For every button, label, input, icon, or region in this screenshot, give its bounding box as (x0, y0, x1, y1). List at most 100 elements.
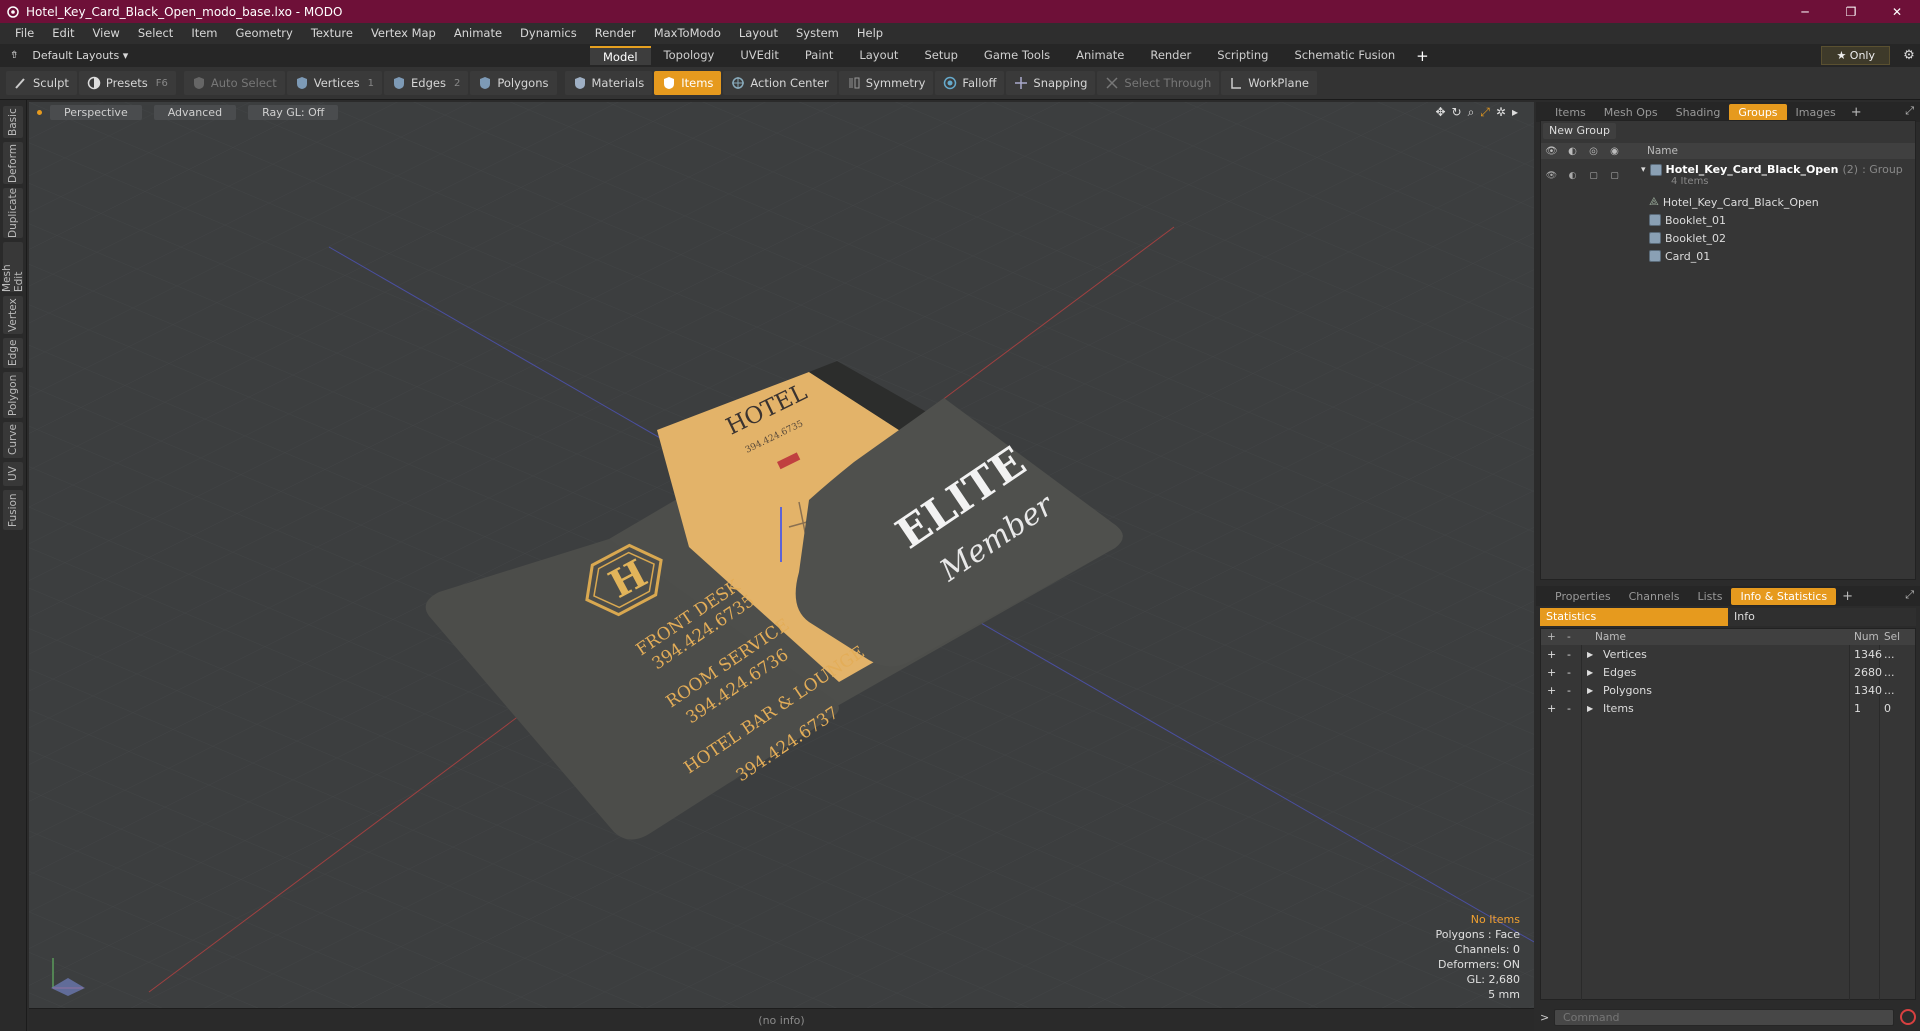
auto-select-button[interactable]: Auto Select (183, 71, 285, 95)
group-row-booklet-02[interactable]: Booklet_02 (1541, 229, 1915, 247)
tab-properties[interactable]: Properties (1546, 588, 1620, 605)
action-center-button[interactable]: Action Center (723, 71, 837, 95)
tab-channels[interactable]: Channels (1620, 588, 1689, 605)
eye-icon[interactable]: 👁 (1541, 171, 1562, 181)
group-row-root[interactable]: 👁 ◐ ▢ ▢ ▾ Hotel_Key_Card_Black_Open (2) … (1541, 161, 1915, 191)
default-layouts-label[interactable]: Default Layouts ▾ (32, 49, 128, 62)
tab-topology[interactable]: Topology (651, 46, 728, 65)
stats-row-edges[interactable]: + - ▶ Edges 2680 ... (1541, 663, 1915, 681)
group-row-booklet-01[interactable]: Booklet_01 (1541, 211, 1915, 229)
viewport-settings-icon[interactable]: ✲ (1496, 105, 1506, 120)
materials-button[interactable]: Materials (564, 71, 653, 95)
tab-paint[interactable]: Paint (792, 46, 846, 65)
subtab-info[interactable]: Info (1728, 608, 1916, 626)
remove-icon[interactable]: - (1567, 684, 1571, 697)
tab-items[interactable]: Items (1546, 104, 1595, 121)
tab-info-statistics[interactable]: Info & Statistics (1731, 587, 1837, 605)
presets-button[interactable]: Presets F6 (78, 71, 176, 95)
menu-texture[interactable]: Texture (302, 23, 362, 44)
vtab-basic[interactable]: Basic (3, 106, 23, 138)
polygons-button[interactable]: Polygons (470, 71, 557, 95)
select-toggle-icon[interactable]: ▢ (1604, 171, 1625, 181)
tab-uvedit[interactable]: UVEdit (727, 46, 792, 65)
stats-row-items[interactable]: + - ▶ Items 1 0 (1541, 699, 1915, 717)
vtab-curve[interactable]: Curve (3, 422, 23, 458)
stats-sel-header[interactable]: Sel (1884, 631, 1900, 643)
only-toggle-button[interactable]: ★ Only (1821, 46, 1890, 65)
edges-button[interactable]: Edges 2 (384, 71, 469, 95)
expand-panel-icon[interactable]: ⤢ (1905, 588, 1914, 602)
menu-dynamics[interactable]: Dynamics (511, 23, 586, 44)
menu-animate[interactable]: Animate (445, 23, 511, 44)
3d-viewport[interactable]: Perspective Advanced Ray GL: Off ✥ ↻ ⌕ ⤢… (29, 102, 1534, 1008)
vtab-duplicate[interactable]: Duplicate (3, 188, 23, 238)
visibility-col-icon[interactable]: 👁 (1541, 146, 1562, 157)
remove-icon[interactable]: - (1567, 702, 1571, 715)
select-col-icon[interactable]: ◉ (1604, 146, 1625, 157)
perspective-dropdown[interactable]: Perspective (50, 104, 142, 120)
expand-triangle-icon[interactable]: ▶ (1587, 704, 1593, 713)
maximize-button[interactable]: ❐ (1828, 0, 1874, 23)
group-row-mesh[interactable]: ⟁ Hotel_Key_Card_Black_Open (1541, 193, 1915, 211)
tab-setup[interactable]: Setup (911, 46, 970, 65)
group-row-card-01[interactable]: Card_01 (1541, 247, 1915, 265)
menu-view[interactable]: View (84, 23, 129, 44)
add-panel-tab-icon[interactable]: + (1845, 105, 1868, 120)
layouts-dropdown[interactable]: ⇮ Default Layouts ▾ (0, 49, 590, 62)
stats-num-header[interactable]: Num (1854, 631, 1879, 643)
vtab-deform[interactable]: Deform (3, 142, 23, 184)
symmetry-button[interactable]: Symmetry (838, 71, 934, 95)
select-through-button[interactable]: Select Through (1097, 71, 1220, 95)
tab-scripting[interactable]: Scripting (1204, 46, 1281, 65)
viewport-expand-icon[interactable]: ▸ (1512, 105, 1518, 120)
expand-triangle-icon[interactable]: ▶ (1587, 650, 1593, 659)
vtab-uv[interactable]: UV (3, 462, 23, 486)
viewport-menu-dot-icon[interactable] (37, 109, 42, 115)
stats-name-header[interactable]: Name (1595, 631, 1626, 643)
workplane-button[interactable]: WorkPlane (1221, 71, 1317, 95)
lock-col-icon[interactable]: ◎ (1583, 146, 1604, 157)
add-panel-tab-icon[interactable]: + (1836, 589, 1859, 604)
remove-icon[interactable]: - (1567, 648, 1571, 661)
menu-file[interactable]: File (6, 23, 43, 44)
vertices-button[interactable]: Vertices 1 (286, 71, 382, 95)
collapse-icon[interactable]: ▾ (1641, 165, 1646, 175)
tab-shading[interactable]: Shading (1667, 104, 1730, 121)
record-macro-icon[interactable] (1900, 1009, 1916, 1025)
expand-triangle-icon[interactable]: ▶ (1587, 686, 1593, 695)
stats-row-vertices[interactable]: + - ▶ Vertices 1346 ... (1541, 645, 1915, 663)
menu-maxtomodo[interactable]: MaxToModo (645, 23, 730, 44)
subtab-statistics[interactable]: Statistics (1540, 608, 1728, 626)
items-button[interactable]: Items (654, 71, 722, 95)
expand-triangle-icon[interactable]: ▶ (1587, 668, 1593, 677)
remove-icon[interactable]: - (1567, 666, 1571, 679)
vtab-mesh-edit[interactable]: Mesh Edit (1, 242, 25, 292)
expand-panel-icon[interactable]: ⤢ (1905, 104, 1914, 118)
command-input[interactable] (1554, 1008, 1894, 1026)
layout-switch-icon[interactable]: ⇮ (10, 50, 18, 61)
name-column-header[interactable]: Name (1647, 145, 1678, 157)
tab-render[interactable]: Render (1137, 46, 1204, 65)
tab-lists[interactable]: Lists (1689, 588, 1732, 605)
vtab-vertex[interactable]: Vertex (3, 296, 23, 334)
zoom-icon[interactable]: ⌕ (1468, 105, 1475, 120)
add-tab-icon[interactable]: + (1408, 47, 1437, 65)
render-col-icon[interactable]: ◐ (1562, 146, 1583, 157)
pan-icon[interactable]: ✥ (1435, 105, 1445, 120)
add-icon[interactable]: + (1547, 702, 1556, 715)
fit-icon[interactable]: ⤢ (1480, 105, 1490, 120)
add-icon[interactable]: + (1547, 648, 1556, 661)
menu-item[interactable]: Item (182, 23, 226, 44)
advanced-dropdown[interactable]: Advanced (153, 104, 237, 120)
tab-mesh-ops[interactable]: Mesh Ops (1595, 104, 1667, 121)
tab-images[interactable]: Images (1787, 104, 1845, 121)
tab-groups[interactable]: Groups (1729, 103, 1787, 121)
minimize-button[interactable]: ─ (1782, 0, 1828, 23)
add-icon[interactable]: + (1547, 684, 1556, 697)
tab-schematic-fusion[interactable]: Schematic Fusion (1281, 46, 1408, 65)
menu-vertex-map[interactable]: Vertex Map (362, 23, 445, 44)
menu-render[interactable]: Render (586, 23, 645, 44)
raygl-dropdown[interactable]: Ray GL: Off (248, 104, 339, 120)
add-all-icon[interactable]: + (1547, 631, 1556, 643)
falloff-button[interactable]: Falloff (935, 71, 1005, 95)
